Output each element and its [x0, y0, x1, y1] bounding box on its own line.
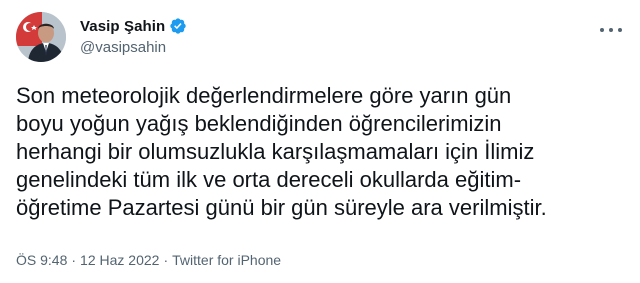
tweet-card: Vasip Şahin @vasipsahin Son meteorolojik…: [0, 0, 640, 283]
dot: [618, 28, 622, 32]
tweet-text-line: boyu yoğun yağış beklendiğinden öğrencil…: [16, 111, 502, 136]
tweet-text-line: Son meteorolojik değerlendirmelere göre …: [16, 83, 512, 108]
display-name[interactable]: Vasip Şahin: [80, 18, 165, 35]
tweet-text-line: öğretime Pazartesi günü bir gün süreyle …: [16, 195, 547, 220]
author-block: Vasip Şahin @vasipsahin: [80, 16, 187, 56]
dot: [609, 28, 613, 32]
tweet-text: Son meteorolojik değerlendirmelere göre …: [16, 82, 628, 222]
meta-separator: ·: [163, 252, 169, 268]
profile-photo-icon: [16, 12, 66, 62]
tweet-time[interactable]: ÖS 9:48: [16, 252, 67, 268]
meta-separator: ·: [71, 252, 77, 268]
tweet-meta: ÖS 9:48 · 12 Haz 2022 · Twitter for iPhone: [16, 252, 281, 268]
tweet-text-line: herhangi bir olumsuzlukla karşılaşmamala…: [16, 139, 535, 164]
tweet-date[interactable]: 12 Haz 2022: [80, 252, 159, 268]
avatar[interactable]: [16, 12, 66, 62]
tweet-text-line: genelindeki tüm ilk ve orta dereceli oku…: [16, 167, 522, 192]
user-handle[interactable]: @vasipsahin: [80, 39, 187, 56]
tweet-source[interactable]: Twitter for iPhone: [172, 252, 281, 268]
name-row: Vasip Şahin: [80, 16, 187, 36]
verified-badge-icon: [169, 17, 187, 35]
dot: [600, 28, 604, 32]
more-options-icon[interactable]: [600, 22, 622, 38]
